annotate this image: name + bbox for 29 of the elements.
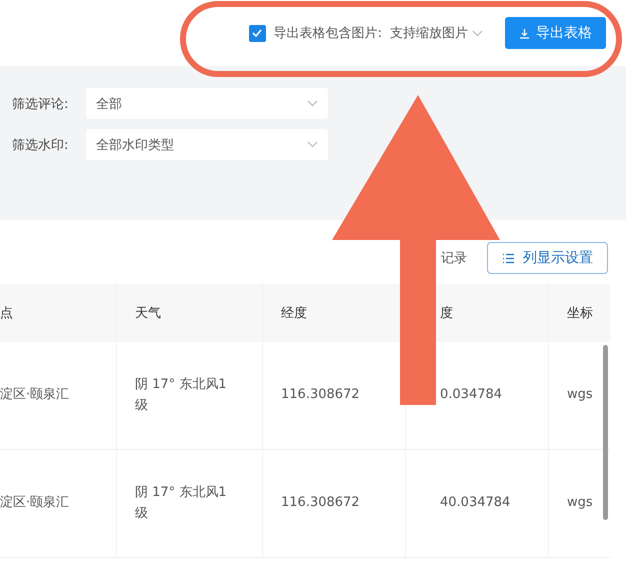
- table-cell-text: 阴 17° 东北风1级: [135, 484, 228, 522]
- filter-select[interactable]: 全部水印类型: [86, 129, 328, 160]
- chevron-down-icon: [307, 100, 318, 107]
- checkbox-label: 导出表格包含图片:: [274, 25, 382, 42]
- download-icon: [519, 28, 530, 38]
- filter-label: 筛选评论:: [12, 96, 70, 112]
- table-cell-text: 淀区·颐泉汇: [0, 494, 70, 512]
- table-cell-text: 淀区·颐泉汇: [0, 386, 70, 404]
- table-cell-text: wgs: [567, 386, 593, 404]
- table-cell-text: wgs: [567, 494, 593, 512]
- table-cell-text: 40.034784: [440, 494, 510, 512]
- table-cell-text: 116.308672: [281, 386, 360, 404]
- check-icon: [252, 29, 262, 37]
- image-mode-dropdown[interactable]: 支持缩放图片: [390, 24, 483, 42]
- record-text: 记录: [441, 250, 467, 267]
- chevron-down-icon: [307, 141, 318, 148]
- filter-select[interactable]: 全部: [86, 88, 328, 119]
- scrollbar[interactable]: [603, 345, 608, 520]
- filter-label: 筛选水印:: [12, 136, 70, 154]
- column-settings-button[interactable]: 列显示设置: [487, 242, 608, 274]
- checkbox[interactable]: [248, 24, 266, 42]
- list-icon: [502, 252, 515, 264]
- table-cell-text: 0.034784: [440, 386, 502, 404]
- column-header: 点: [0, 284, 116, 342]
- table-cell-text: 116.308672: [281, 494, 360, 512]
- column-header: 天气: [116, 284, 262, 342]
- chevron-down-icon: [472, 30, 483, 36]
- table-cell-text: 阴 17° 东北风1级: [135, 376, 228, 414]
- column-header: 坐标: [548, 284, 610, 342]
